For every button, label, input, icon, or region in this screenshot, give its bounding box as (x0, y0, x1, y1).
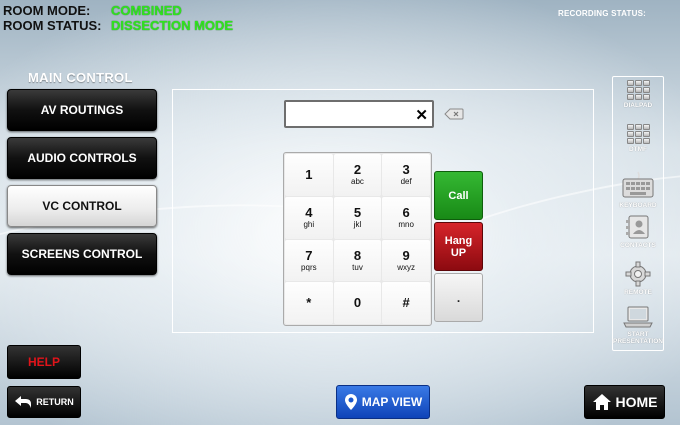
map-pin-icon (344, 394, 357, 410)
remote-button[interactable]: REMOTE (612, 261, 664, 296)
key-star[interactable]: * (285, 282, 333, 324)
vc-control-button[interactable]: VC CONTROL (7, 185, 157, 227)
key-0[interactable]: 0 (333, 282, 382, 324)
map-view-label: MAP VIEW (361, 395, 423, 409)
keyboard-button[interactable]: KEYBOARD (612, 170, 664, 209)
dtmf-label: DTMF (628, 146, 648, 153)
room-mode-label: ROOM MODE: (3, 3, 91, 18)
key-number: 8 (353, 247, 362, 263)
home-label: HOME (615, 394, 658, 410)
map-view-button[interactable]: MAP VIEW (336, 385, 430, 419)
key-number: 2 (353, 162, 362, 178)
key-letters: pqrs (301, 262, 317, 272)
dtmf-button[interactable]: DTMF (612, 124, 664, 153)
start-presentation-button[interactable]: START PRESENTATION (612, 305, 664, 345)
return-arrow-icon (15, 396, 32, 408)
home-button[interactable]: HOME (584, 385, 665, 419)
hang-up-button[interactable]: Hang UP (434, 222, 483, 271)
key-hash[interactable]: # (382, 282, 430, 324)
audio-controls-button[interactable]: AUDIO CONTROLS (7, 137, 157, 179)
clear-icon[interactable]: ✕ (415, 106, 428, 124)
keyboard-icon (622, 171, 654, 198)
key-number: 0 (353, 295, 362, 311)
key-letters: mno (398, 220, 414, 230)
help-button[interactable]: HELP (7, 345, 81, 379)
room-status-value: DISSECTION MODE (111, 18, 234, 33)
gear-icon (625, 261, 651, 287)
dialpad-label: DIALPAD (623, 102, 653, 109)
main-control-title: MAIN CONTROL (28, 70, 133, 85)
hang-up-label-line-1: Hang (444, 234, 473, 247)
contacts-label: CONTACTS (620, 242, 656, 249)
call-button[interactable]: Call (434, 171, 483, 220)
remote-label: REMOTE (624, 289, 652, 296)
key-letters: ghi (303, 220, 315, 230)
key-letters: wxyz (397, 262, 416, 272)
dialpad-button[interactable]: DIALPAD (612, 80, 664, 109)
contacts-icon (626, 215, 649, 239)
key-3[interactable]: 3 def (382, 154, 430, 196)
dot-button[interactable]: . (434, 273, 483, 322)
dialpad-icon (626, 80, 650, 100)
home-icon (592, 394, 611, 410)
key-1[interactable]: 1 (285, 154, 333, 196)
key-letters: jkl (353, 220, 362, 230)
key-number: # (402, 295, 410, 311)
start-presentation-label: START PRESENTATION (613, 331, 663, 345)
key-7[interactable]: 7 pqrs (285, 239, 333, 282)
key-6[interactable]: 6 mno (382, 196, 430, 239)
backspace-icon[interactable] (444, 108, 464, 120)
key-5[interactable]: 5 jkl (333, 196, 382, 239)
key-number: 5 (353, 205, 362, 221)
key-9[interactable]: 9 wxyz (382, 239, 430, 282)
return-label: RETURN (36, 397, 74, 407)
key-number: 4 (305, 205, 313, 221)
laptop-icon (623, 306, 653, 328)
key-number: * (306, 295, 312, 311)
screens-control-button[interactable]: SCREENS CONTROL (7, 233, 157, 275)
dial-number-field[interactable]: ✕ (284, 100, 434, 128)
key-number: 1 (305, 166, 313, 182)
dialpad: 1 2 abc 3 def 4 ghi 5 jkl 6 mno 7 pqrs 8 tuv 9w… (283, 152, 432, 326)
key-letters: def (400, 177, 412, 187)
key-number: 7 (305, 247, 313, 263)
room-mode-value: COMBINED (111, 3, 182, 18)
room-status-label: ROOM STATUS: (3, 18, 102, 33)
dtmf-icon (626, 124, 650, 144)
keyboard-label: KEYBOARD (619, 202, 657, 209)
hang-up-label-line-2: UP (450, 246, 467, 259)
key-number: 9 (402, 247, 410, 263)
key-letters: abc (351, 177, 364, 187)
key-8[interactable]: 8 tuv (333, 239, 382, 282)
recording-status-label: RECORDING STATUS: (558, 9, 646, 18)
key-4[interactable]: 4 ghi (285, 196, 333, 239)
key-number: 3 (402, 162, 410, 178)
return-button[interactable]: RETURN (7, 386, 81, 418)
key-2[interactable]: 2 abc (333, 154, 382, 196)
contacts-button[interactable]: CONTACTS (612, 214, 664, 249)
av-routings-button[interactable]: AV ROUTINGS (7, 89, 157, 131)
key-number: 6 (402, 205, 410, 221)
room-status-block: ROOM MODE: COMBINED ROOM STATUS: DISSECT… (3, 3, 233, 33)
key-letters: tuv (352, 262, 363, 272)
